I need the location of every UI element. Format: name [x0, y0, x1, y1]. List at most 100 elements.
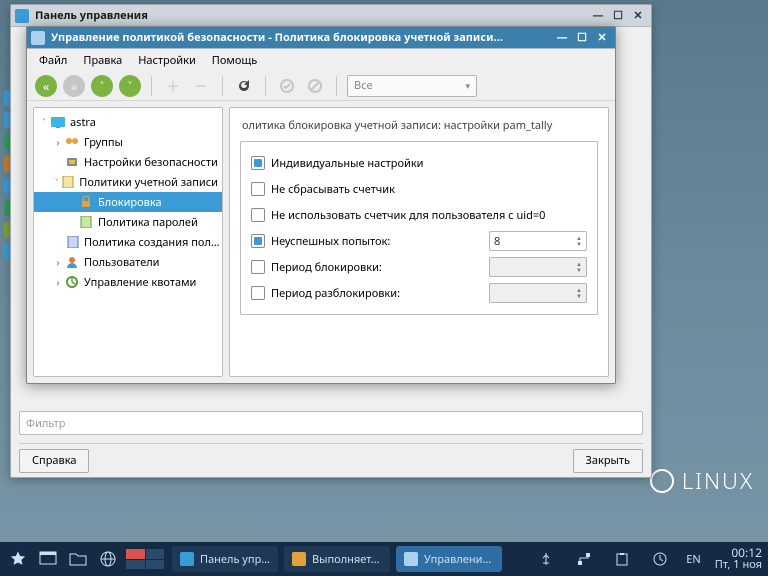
taskbar-item-control-panel[interactable]: Панель упр…: [172, 546, 278, 572]
tree-node-lockout[interactable]: Блокировка: [34, 192, 222, 212]
row-individual[interactable]: Индивидуальные настройки: [251, 150, 587, 176]
close-button[interactable]: ✕: [593, 31, 611, 45]
label-unlock-period: Период разблокировки:: [271, 286, 400, 301]
tray-usb-icon[interactable]: [534, 547, 558, 571]
nav-back-button[interactable]: «: [35, 75, 57, 97]
browser-button[interactable]: [96, 547, 120, 571]
taskbar-item-running[interactable]: Выполняет…: [284, 546, 390, 572]
checkbox-unlock-period[interactable]: [251, 286, 265, 300]
cancel-button: [304, 75, 326, 97]
minimize-button[interactable]: —: [553, 31, 571, 45]
tree-panel[interactable]: ˅astra ›Группы Настройки безопасности ˅П…: [33, 107, 223, 377]
label-fail-attempts: Неуспешных попыток:: [271, 234, 390, 249]
tree-label: Управление квотами: [84, 275, 196, 290]
spinbox-arrows-icon: ▲▼: [576, 287, 582, 299]
minimize-button[interactable]: —: [589, 9, 607, 23]
show-desktop-button[interactable]: [36, 547, 60, 571]
apply-button: [276, 75, 298, 97]
taskbar: Панель упр… Выполняет… Управлени… EN 00:…: [0, 542, 768, 576]
label-lock-period: Период блокировки:: [271, 260, 382, 275]
start-button[interactable]: [6, 547, 30, 571]
close-dialog-button[interactable]: Закрыть: [573, 449, 643, 473]
nav-down-button[interactable]: ˅: [119, 75, 141, 97]
tree-node-creation-policy[interactable]: Политика создания пол…: [34, 232, 222, 252]
checkbox-fail-attempts[interactable]: [251, 234, 265, 248]
tree-node-account-policies[interactable]: ˅Политики учетной записи: [34, 172, 222, 192]
detail-panel: олитика блокировка учетной записи: настр…: [229, 107, 609, 377]
label-no-reset: Не сбрасывать счетчик: [271, 182, 395, 197]
tray-clipboard-icon[interactable]: [610, 547, 634, 571]
row-fail-attempts[interactable]: Неуспешных попыток: 8▲▼: [251, 228, 587, 254]
task-icon: [404, 552, 418, 566]
menu-edit[interactable]: Правка: [77, 51, 128, 70]
tree-node-groups[interactable]: ›Группы: [34, 132, 222, 152]
row-unlock-period[interactable]: Период разблокировки: ▲▼: [251, 280, 587, 306]
maximize-button[interactable]: ☐: [573, 31, 591, 45]
settings-form: Индивидуальные настройки Не сбрасывать с…: [240, 141, 598, 315]
spinbox-lock-period: ▲▼: [489, 257, 587, 277]
keyboard-layout[interactable]: EN: [686, 552, 700, 567]
menu-help[interactable]: Помощь: [206, 51, 263, 70]
help-button[interactable]: Справка: [19, 449, 89, 473]
titlebar-title: Управление политикой безопасности - Поли…: [51, 30, 503, 45]
label-individual: Индивидуальные настройки: [271, 156, 424, 171]
checkbox-no-reset[interactable]: [251, 182, 265, 196]
tree-label: Блокировка: [98, 195, 162, 210]
checkbox-individual[interactable]: [251, 156, 265, 170]
remove-button: －: [190, 75, 212, 97]
taskbar-item-security-policy[interactable]: Управлени…: [396, 546, 502, 572]
tree-label: Политика создания пол…: [84, 235, 220, 250]
add-button: ＋: [162, 75, 184, 97]
chevron-down-icon: ▾: [465, 79, 470, 92]
tree-label: Пользователи: [84, 255, 160, 270]
close-button[interactable]: ✕: [629, 9, 647, 23]
clock-date: Пт, 1 ноя: [715, 559, 762, 571]
tree-node-security[interactable]: Настройки безопасности: [34, 152, 222, 172]
titlebar-title: Панель управления: [35, 8, 148, 23]
tree-node-root[interactable]: ˅astra: [34, 112, 222, 132]
row-no-root[interactable]: Не использовать счетчик для пользователя…: [251, 202, 587, 228]
file-manager-button[interactable]: [66, 547, 90, 571]
spinbox-arrows-icon[interactable]: ▲▼: [576, 235, 582, 247]
maximize-button[interactable]: ☐: [609, 9, 627, 23]
tree-node-quotas[interactable]: ›Управление квотами: [34, 272, 222, 292]
spinbox-fail-attempts[interactable]: 8▲▼: [489, 231, 587, 251]
tree-label: Политики учетной записи: [79, 175, 218, 190]
clock[interactable]: 00:12 Пт, 1 ноя: [715, 547, 762, 571]
tree-label: Настройки безопасности: [84, 155, 218, 170]
task-label: Выполняет…: [312, 552, 380, 567]
menu-settings[interactable]: Настройки: [132, 51, 202, 70]
workspace-pager[interactable]: [126, 549, 164, 569]
desktop-brand: LINUX: [650, 466, 754, 496]
tree-label: Группы: [84, 135, 123, 150]
checkbox-no-root[interactable]: [251, 208, 265, 222]
spinbox-unlock-period: ▲▼: [489, 283, 587, 303]
task-label: Панель упр…: [200, 552, 270, 567]
nav-up-button[interactable]: ˄: [91, 75, 113, 97]
nav-forward-button: »: [63, 75, 85, 97]
task-icon: [292, 552, 306, 566]
spinbox-value: 8: [494, 234, 576, 249]
titlebar-child[interactable]: Управление политикой безопасности - Поли…: [27, 27, 615, 49]
tree-node-password-policy[interactable]: Политика паролей: [34, 212, 222, 232]
spinbox-arrows-icon: ▲▼: [576, 261, 582, 273]
task-label: Управлени…: [424, 552, 491, 567]
tree-label: Политика паролей: [98, 215, 198, 230]
window-security-policy: Управление политикой безопасности - Поли…: [26, 26, 616, 384]
app-icon: [15, 9, 29, 23]
toolbar: « » ˄ ˅ ＋ － Все ▾: [27, 71, 615, 101]
filter-input[interactable]: Фильтр: [19, 411, 643, 435]
tray-updates-icon[interactable]: [648, 547, 672, 571]
row-lock-period[interactable]: Период блокировки: ▲▼: [251, 254, 587, 280]
row-no-reset[interactable]: Не сбрасывать счетчик: [251, 176, 587, 202]
checkbox-lock-period[interactable]: [251, 260, 265, 274]
system-tray: EN 00:12 Пт, 1 ноя: [534, 547, 762, 571]
tree-label: astra: [70, 115, 96, 130]
filter-combo[interactable]: Все ▾: [347, 75, 477, 97]
detail-heading: олитика блокировка учетной записи: настр…: [240, 116, 598, 141]
tray-network-icon[interactable]: [572, 547, 596, 571]
menu-file[interactable]: Файл: [33, 51, 73, 70]
titlebar-parent[interactable]: Панель управления — ☐ ✕: [11, 5, 651, 27]
refresh-button[interactable]: [233, 75, 255, 97]
tree-node-users[interactable]: ›Пользователи: [34, 252, 222, 272]
